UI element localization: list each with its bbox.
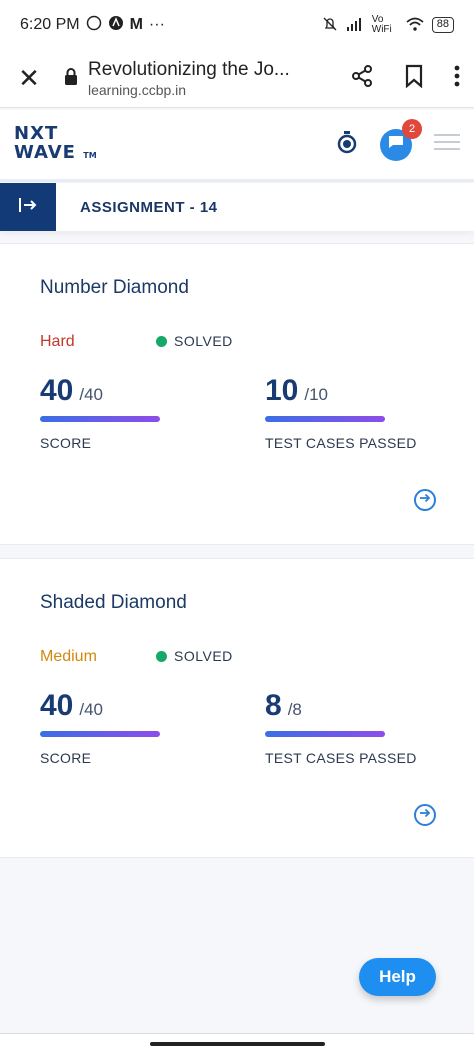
- solved-dot-icon: [156, 335, 167, 347]
- chat-button[interactable]: 2: [380, 118, 422, 161]
- close-icon[interactable]: ✕: [14, 63, 44, 94]
- score-value: 40: [40, 689, 74, 722]
- tests-label: TEST CASES PASSED: [265, 750, 417, 766]
- sidebar-toggle-button[interactable]: [0, 183, 56, 231]
- share-icon[interactable]: [350, 64, 374, 93]
- mute-icon: [322, 16, 338, 35]
- signal-icon: [346, 17, 364, 34]
- tests-label: TEST CASES PASSED: [265, 435, 417, 451]
- score-label: SCORE: [40, 435, 92, 451]
- assignment-title: ASSIGNMENT - 14: [80, 198, 218, 216]
- open-question-button[interactable]: [414, 489, 436, 511]
- m-icon: M: [129, 16, 143, 33]
- gesture-bar: [0, 1033, 474, 1053]
- more-menu-icon[interactable]: [454, 65, 460, 92]
- question-card[interactable]: Shaded Diamond Medium SOLVED 40 /40 SCOR…: [0, 558, 474, 858]
- bookmark-icon[interactable]: [404, 64, 424, 93]
- tests-progress-bar: [265, 731, 385, 737]
- tests-metric: 8 /8 TEST CASES PASSED: [265, 689, 417, 766]
- wifi-icon: [406, 17, 424, 34]
- open-question-button[interactable]: [414, 804, 436, 826]
- url-text[interactable]: Revolutionizing the Jo... learning.ccbp.…: [88, 59, 290, 99]
- tests-total: /10: [304, 385, 329, 404]
- status-time: 6:20 PM: [20, 16, 80, 33]
- score-progress-bar: [40, 416, 160, 422]
- home-indicator[interactable]: [150, 1042, 325, 1046]
- url-domain: learning.ccbp.in: [88, 81, 187, 98]
- lock-icon: [64, 67, 80, 90]
- tests-value: 10: [265, 374, 299, 407]
- nxtwave-logo[interactable]: NXT WAVE TM: [14, 124, 97, 165]
- arrow-right-icon: [419, 806, 431, 824]
- question-title: Number Diamond: [40, 277, 189, 298]
- tests-progress-bar: [265, 416, 385, 422]
- tests-metric: 10 /10 TEST CASES PASSED: [265, 374, 417, 451]
- status-bar: 6:20 PM M ··· Vo WiFi 88: [0, 0, 474, 50]
- network-label: Vo WiFi: [371, 14, 392, 35]
- chat-icon: [388, 135, 404, 154]
- difficulty-label: Hard: [40, 333, 75, 350]
- expand-sidebar-icon: [18, 197, 38, 218]
- arrow-right-icon: [419, 491, 431, 509]
- score-value: 40: [40, 374, 74, 407]
- score-progress-bar: [40, 731, 160, 737]
- difficulty-label: Medium: [40, 648, 97, 665]
- more-dots-icon: ···: [148, 16, 165, 33]
- tests-total: /8: [287, 700, 302, 719]
- solved-dot-icon: [156, 650, 167, 662]
- page-title: Revolutionizing the Jo...: [88, 58, 290, 80]
- help-button[interactable]: Help: [359, 958, 436, 996]
- battery-icon: 88: [431, 17, 454, 33]
- tests-value: 8: [265, 689, 282, 722]
- score-label: SCORE: [40, 750, 92, 766]
- score-total: /40: [79, 700, 104, 719]
- question-card[interactable]: Number Diamond Hard SOLVED 40 /40 SCORE …: [0, 243, 474, 545]
- score-total: /40: [79, 385, 104, 404]
- app-icon: [108, 15, 124, 36]
- question-title: Shaded Diamond: [40, 592, 187, 613]
- browser-url-bar: ✕ Revolutionizing the Jo... learning.ccb…: [0, 50, 474, 108]
- timer-icon[interactable]: [336, 130, 358, 159]
- assignment-header: ASSIGNMENT - 14: [0, 183, 474, 231]
- status-badge: SOLVED: [156, 648, 233, 664]
- score-metric: 40 /40 SCORE: [40, 374, 160, 451]
- top-navigation: NXT WAVE TM 2: [0, 110, 474, 182]
- score-metric: 40 /40 SCORE: [40, 689, 160, 766]
- whatsapp-icon: [86, 15, 102, 36]
- status-badge: SOLVED: [156, 333, 233, 349]
- notification-badge: 2: [402, 118, 422, 139]
- hamburger-menu-icon[interactable]: [434, 132, 460, 157]
